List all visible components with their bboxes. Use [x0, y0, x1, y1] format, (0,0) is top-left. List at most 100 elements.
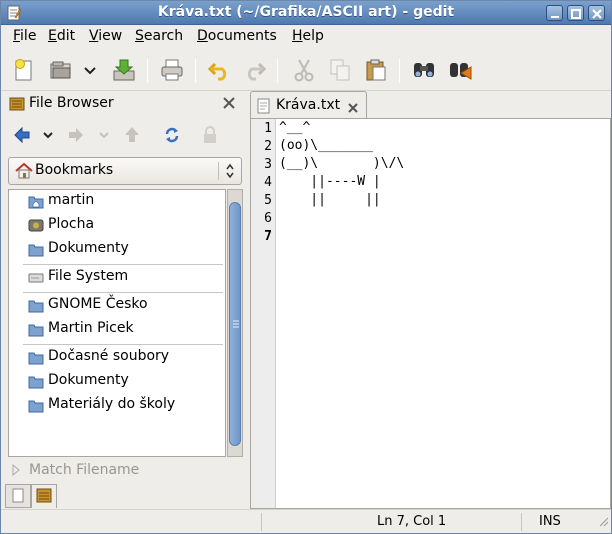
line-number: 3	[264, 157, 272, 172]
home-icon	[15, 162, 33, 183]
close-side-panel-icon[interactable]	[223, 97, 235, 113]
toolbar-separator	[147, 59, 148, 83]
insert-mode-indicator: INS	[539, 514, 561, 529]
side-panel-title: File Browser	[29, 95, 114, 111]
menu-search-mnemonic: S	[135, 28, 144, 44]
tree-scrollbar[interactable]	[227, 189, 243, 457]
file-browser-tree: martin Plocha Dokumenty File System GNOM…	[8, 189, 226, 457]
text-line: ||----W |	[279, 174, 381, 189]
menu-search[interactable]: Search	[135, 28, 183, 44]
menu-documents-mnemonic: D	[197, 28, 208, 44]
file-browser-panel-tab[interactable]	[31, 484, 57, 508]
copy-icon[interactable]	[327, 57, 353, 83]
find-and-replace-icon[interactable]	[447, 57, 473, 83]
redo-icon[interactable]	[241, 57, 267, 83]
menu-file[interactable]: File	[13, 28, 36, 44]
menu-help[interactable]: Help	[292, 28, 324, 44]
menu-edit[interactable]: Edit	[48, 28, 75, 44]
folder-icon	[28, 351, 44, 369]
text-line: (__)\ )\/\	[279, 156, 405, 171]
menu-edit-mnemonic: E	[48, 28, 57, 44]
match-filename-expander[interactable]: Match Filename	[9, 460, 243, 482]
lock-icon[interactable]	[201, 125, 219, 145]
find-icon[interactable]	[411, 57, 437, 83]
side-panel-tabs	[1, 484, 246, 510]
match-filename-label: Match Filename	[29, 462, 140, 478]
menu-documents[interactable]: Documents	[197, 28, 277, 44]
menu-view[interactable]: View	[89, 28, 122, 44]
line-number-gutter: 1 2 3 4 5 6 7	[251, 119, 276, 508]
desktop-icon	[28, 219, 44, 237]
refresh-icon[interactable]	[163, 125, 181, 145]
document-tab-label: Kráva.txt	[276, 97, 341, 113]
forward-arrow-icon[interactable]	[67, 125, 85, 145]
folder-icon	[28, 323, 44, 341]
menu-view-mnemonic: V	[89, 28, 99, 44]
current-line-number: 7	[264, 229, 272, 244]
save-icon[interactable]	[111, 57, 137, 83]
cursor-position: Ln 7, Col 1	[377, 514, 447, 529]
cut-icon[interactable]	[291, 57, 317, 83]
tree-separator	[23, 344, 223, 345]
tree-item-label: File System	[48, 268, 129, 284]
side-panel: File Browser Bookmarks martin Plocha Dok…	[1, 91, 246, 509]
menu-view-label: iew	[98, 28, 123, 44]
tree-item-martin[interactable]: martin	[9, 190, 225, 214]
close-window-button[interactable]	[588, 5, 605, 21]
line-number: 5	[264, 193, 272, 208]
tree-item-label: martin	[48, 192, 95, 208]
title-bar[interactable]: Kráva.txt (~/Grafika/ASCII art) - gedit	[1, 1, 611, 25]
tree-separator	[23, 292, 223, 293]
tree-item-docasne-soubory[interactable]: Dočasné soubory	[9, 346, 225, 370]
line-number: 2	[264, 139, 272, 154]
tree-item-gnome-cesko[interactable]: GNOME Česko	[9, 294, 225, 318]
menu-edit-label: dit	[56, 28, 76, 44]
tree-item-label: Dokumenty	[48, 240, 129, 256]
toolbar-separator	[195, 59, 196, 83]
tree-item-martin-picek[interactable]: Martin Picek	[9, 318, 225, 342]
text-line: ^__^	[279, 120, 311, 135]
close-tab-icon[interactable]	[348, 101, 358, 117]
recent-files-dropdown-icon[interactable]	[81, 57, 99, 83]
back-history-dropdown-icon[interactable]	[41, 125, 55, 145]
text-line: || ||	[279, 192, 381, 207]
combo-arrows-icon	[218, 162, 235, 180]
print-icon[interactable]	[159, 57, 185, 83]
open-file-icon[interactable]	[48, 57, 74, 83]
line-number: 6	[264, 211, 272, 226]
forward-history-dropdown-icon[interactable]	[97, 125, 111, 145]
undo-icon[interactable]	[207, 57, 233, 83]
new-document-icon[interactable]	[11, 57, 37, 83]
folder-icon	[28, 299, 44, 317]
document-tab[interactable]: Kráva.txt	[250, 91, 367, 119]
tree-item-plocha[interactable]: Plocha	[9, 214, 225, 238]
text-editor[interactable]: 1 2 3 4 5 6 7 ^__^ (oo)\_______ (__)\ )\…	[250, 118, 611, 509]
tree-item-dokumenty-2[interactable]: Dokumenty	[9, 370, 225, 394]
scrollbar-thumb[interactable]	[229, 202, 241, 446]
menu-help-label: elp	[302, 28, 324, 44]
bookmarks-combo[interactable]: Bookmarks	[8, 157, 242, 185]
paste-icon[interactable]	[363, 57, 389, 83]
tree-item-label: Plocha	[48, 216, 95, 232]
resize-grip-icon[interactable]	[597, 515, 609, 531]
status-separator	[261, 513, 262, 531]
menu-documents-label: ocuments	[207, 28, 277, 44]
home-folder-icon	[28, 195, 44, 213]
tree-item-label: Materiály do školy	[48, 396, 176, 412]
file-browser-icon	[9, 96, 25, 116]
bookmarks-label: Bookmarks	[35, 162, 114, 178]
minimize-button[interactable]	[546, 5, 563, 21]
maximize-button[interactable]	[567, 5, 584, 21]
tree-item-file-system[interactable]: File System	[9, 266, 225, 290]
expander-arrow-icon	[11, 463, 21, 480]
up-arrow-icon[interactable]	[123, 125, 141, 145]
tree-item-label: Martin Picek	[48, 320, 134, 336]
tree-item-materialy-do-skoly[interactable]: Materiály do školy	[9, 394, 225, 418]
menu-help-mnemonic: H	[292, 28, 303, 44]
folder-icon	[28, 375, 44, 393]
tree-item-dokumenty[interactable]: Dokumenty	[9, 238, 225, 262]
back-arrow-icon[interactable]	[13, 125, 31, 145]
documents-panel-tab[interactable]	[5, 484, 31, 508]
toolbar	[1, 49, 611, 91]
status-bar: Ln 7, Col 1 INS	[1, 509, 611, 533]
